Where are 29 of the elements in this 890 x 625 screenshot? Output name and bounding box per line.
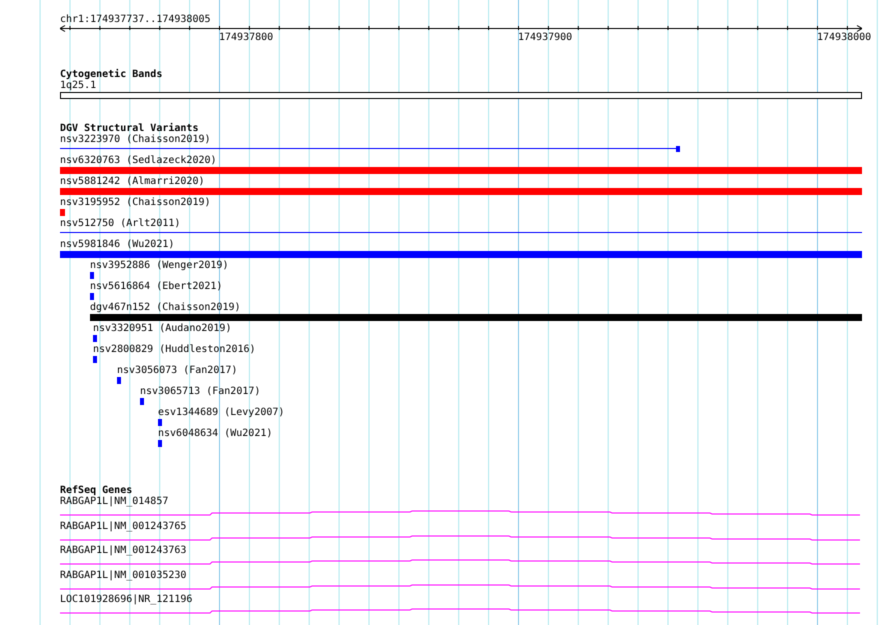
variant-label: nsv6320763 (Sedlazeck2020) — [60, 155, 217, 166]
tick-label: 174938000 — [817, 32, 872, 43]
variant-end-mark — [676, 146, 680, 152]
variant-label: nsv5881242 (Almarri2020) — [60, 176, 204, 187]
band-label: 1q25.1 — [60, 80, 96, 91]
variant-label: nsv2800829 (Huddleston2016) — [93, 344, 256, 355]
tick-label: 174937800 — [219, 32, 274, 43]
variant-label: nsv3223970 (Chaisson2019) — [60, 134, 211, 145]
variant-label: nsv512750 (Arlt2011) — [60, 218, 180, 229]
variant-label: dgv467n152 (Chaisson2019) — [90, 302, 241, 313]
track-title: Cytogenetic Bands — [60, 69, 162, 80]
track-title: DGV Structural Variants — [60, 123, 198, 134]
variant-label: esv1344689 (Levy2007) — [158, 407, 284, 418]
variant-label: nsv3195952 (Chaisson2019) — [60, 197, 211, 208]
gene-label: RABGAP1L|NM_001243765 — [60, 520, 186, 532]
gene-label: RABGAP1L|NM_014857 — [60, 496, 168, 507]
variant-label: nsv3952886 (Wenger2019) — [90, 260, 228, 271]
gene-label: RABGAP1L|NM_001035230 — [60, 570, 186, 580]
tick-label: 174937900 — [518, 32, 572, 43]
variant-label: nsv3320951 (Audano2019) — [93, 323, 232, 334]
variant-label: nsv5981846 (Wu2021) — [60, 239, 174, 250]
location-label: chr1:174937737..174938005 — [60, 14, 211, 25]
variant-label: nsv3056073 (Fan2017) — [117, 365, 238, 376]
variant-label: nsv6048634 (Wu2021) — [158, 428, 272, 439]
variant-label: nsv5616864 (Ebert2021) — [90, 281, 222, 292]
variant-label: nsv3065713 (Fan2017) — [140, 386, 260, 397]
track-title: RefSeq Genes — [60, 485, 132, 496]
gene-label: RABGAP1L|NM_001243763 — [60, 545, 186, 556]
gene-label: LOC101928696|NR_121196 — [60, 594, 192, 605]
